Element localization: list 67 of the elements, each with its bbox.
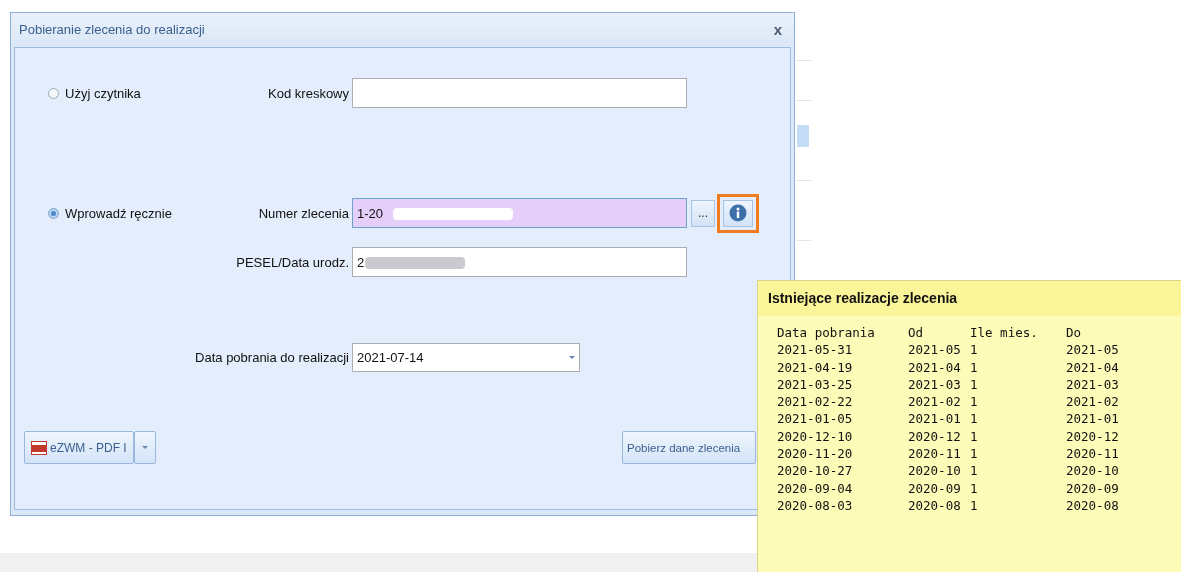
table-cell-text: 1: [970, 341, 979, 359]
input-field[interactable]: [352, 78, 687, 108]
radio-button[interactable]: Użyj czytnika: [48, 85, 188, 101]
table-cell-text: 2021-05: [1066, 341, 1120, 359]
table-cell-text: 2020-08: [908, 496, 962, 515]
table-cell-text: 2021-03: [908, 375, 962, 394]
table-cell-text: 2020-11: [1066, 445, 1120, 463]
table-cell-text: 2020-12: [908, 427, 962, 446]
table-cell-text: 1: [970, 445, 979, 463]
browse-button[interactable]: ...: [691, 199, 715, 227]
table-cell-text: 2021-01: [908, 410, 962, 428]
table-cell-text: 2021-01-05: [777, 410, 854, 428]
table-cell-text: 2021-05-31: [777, 341, 854, 359]
table-cell-text: 2020-10-27: [777, 462, 854, 480]
table-cell-text: 2020-12-10: [777, 427, 854, 446]
close-button[interactable]: x: [769, 21, 786, 38]
table-cell-text: 2020-12: [1066, 427, 1120, 446]
field-label: Numer zlecenia: [258, 205, 350, 221]
table-cell-text: 1: [970, 393, 979, 411]
table-cell-text: 2021-02: [908, 393, 962, 411]
table-cell-text: 2021-01: [1066, 410, 1120, 428]
table-cell-text: 2020-11-20: [777, 445, 854, 463]
table-cell-text: 1: [970, 462, 979, 480]
caret-icon: [569, 356, 575, 359]
column-header: Ile mies.: [970, 324, 1039, 342]
table-cell-text: 2020-11: [908, 445, 962, 463]
table-cell-text: 2020-08-03: [777, 496, 854, 515]
pdf-button[interactable]: eZWM - PDF I: [24, 431, 134, 464]
table-cell-text: 2021-04: [908, 358, 962, 376]
column-header: Do: [1066, 324, 1083, 342]
fetch-button[interactable]: Pobierz dane zlecenia: [622, 431, 756, 464]
caret-icon: [141, 446, 148, 449]
column-header: Data pobrania: [777, 324, 876, 342]
table-cell-text: 2021-04-19: [777, 358, 854, 376]
input-field[interactable]: 2: [352, 247, 687, 277]
field-label: Kod kreskowy: [268, 85, 350, 101]
dropdown-button[interactable]: [133, 431, 156, 464]
tooltip-title: Istniejące realizacje zlecenia: [758, 281, 1181, 316]
selected-row: [797, 125, 809, 147]
table-cell-text: 2020-10: [1066, 462, 1120, 480]
pdf-icon: [31, 440, 47, 455]
table-cell-text: 2021-02-22: [777, 393, 854, 411]
table-cell-text: 2020-09: [908, 479, 962, 497]
table-cell-text: 1: [970, 496, 979, 515]
date-dropdown[interactable]: 2021-07-14: [352, 343, 580, 372]
table-cell-text: 2021-04: [1066, 358, 1120, 376]
field-label: Data pobrania do realizacji: [195, 350, 350, 365]
table-cell-text: 2021-05: [908, 341, 962, 359]
table-cell-text: 2020-09-04: [777, 479, 854, 497]
window-title: Pobieranie zlecenia do realizacji: [19, 22, 205, 37]
table-cell-text: 1: [970, 375, 979, 394]
column-header: Od: [908, 324, 925, 342]
table-cell-text: 2021-02: [1066, 393, 1120, 411]
radio-button[interactable]: Wprowadź ręcznie: [48, 205, 188, 221]
table-cell-text: 2021-03-25: [777, 375, 854, 394]
info-button[interactable]: [723, 199, 753, 227]
table-cell-text: 2020-08: [1066, 496, 1120, 515]
table-cell-text: 1: [970, 410, 979, 428]
table-cell-text: 2021-03: [1066, 375, 1120, 394]
info-icon: [729, 204, 747, 222]
field-label: PESEL/Data urodz.: [236, 254, 350, 270]
table-cell-text: 1: [970, 358, 979, 376]
table-cell-text: 1: [970, 427, 979, 446]
table-cell-text: 2020-10: [908, 462, 962, 480]
table-cell-text: 2020-09: [1066, 479, 1120, 497]
input-field[interactable]: 1-20: [352, 198, 687, 228]
table-cell-text: 1: [970, 479, 979, 497]
